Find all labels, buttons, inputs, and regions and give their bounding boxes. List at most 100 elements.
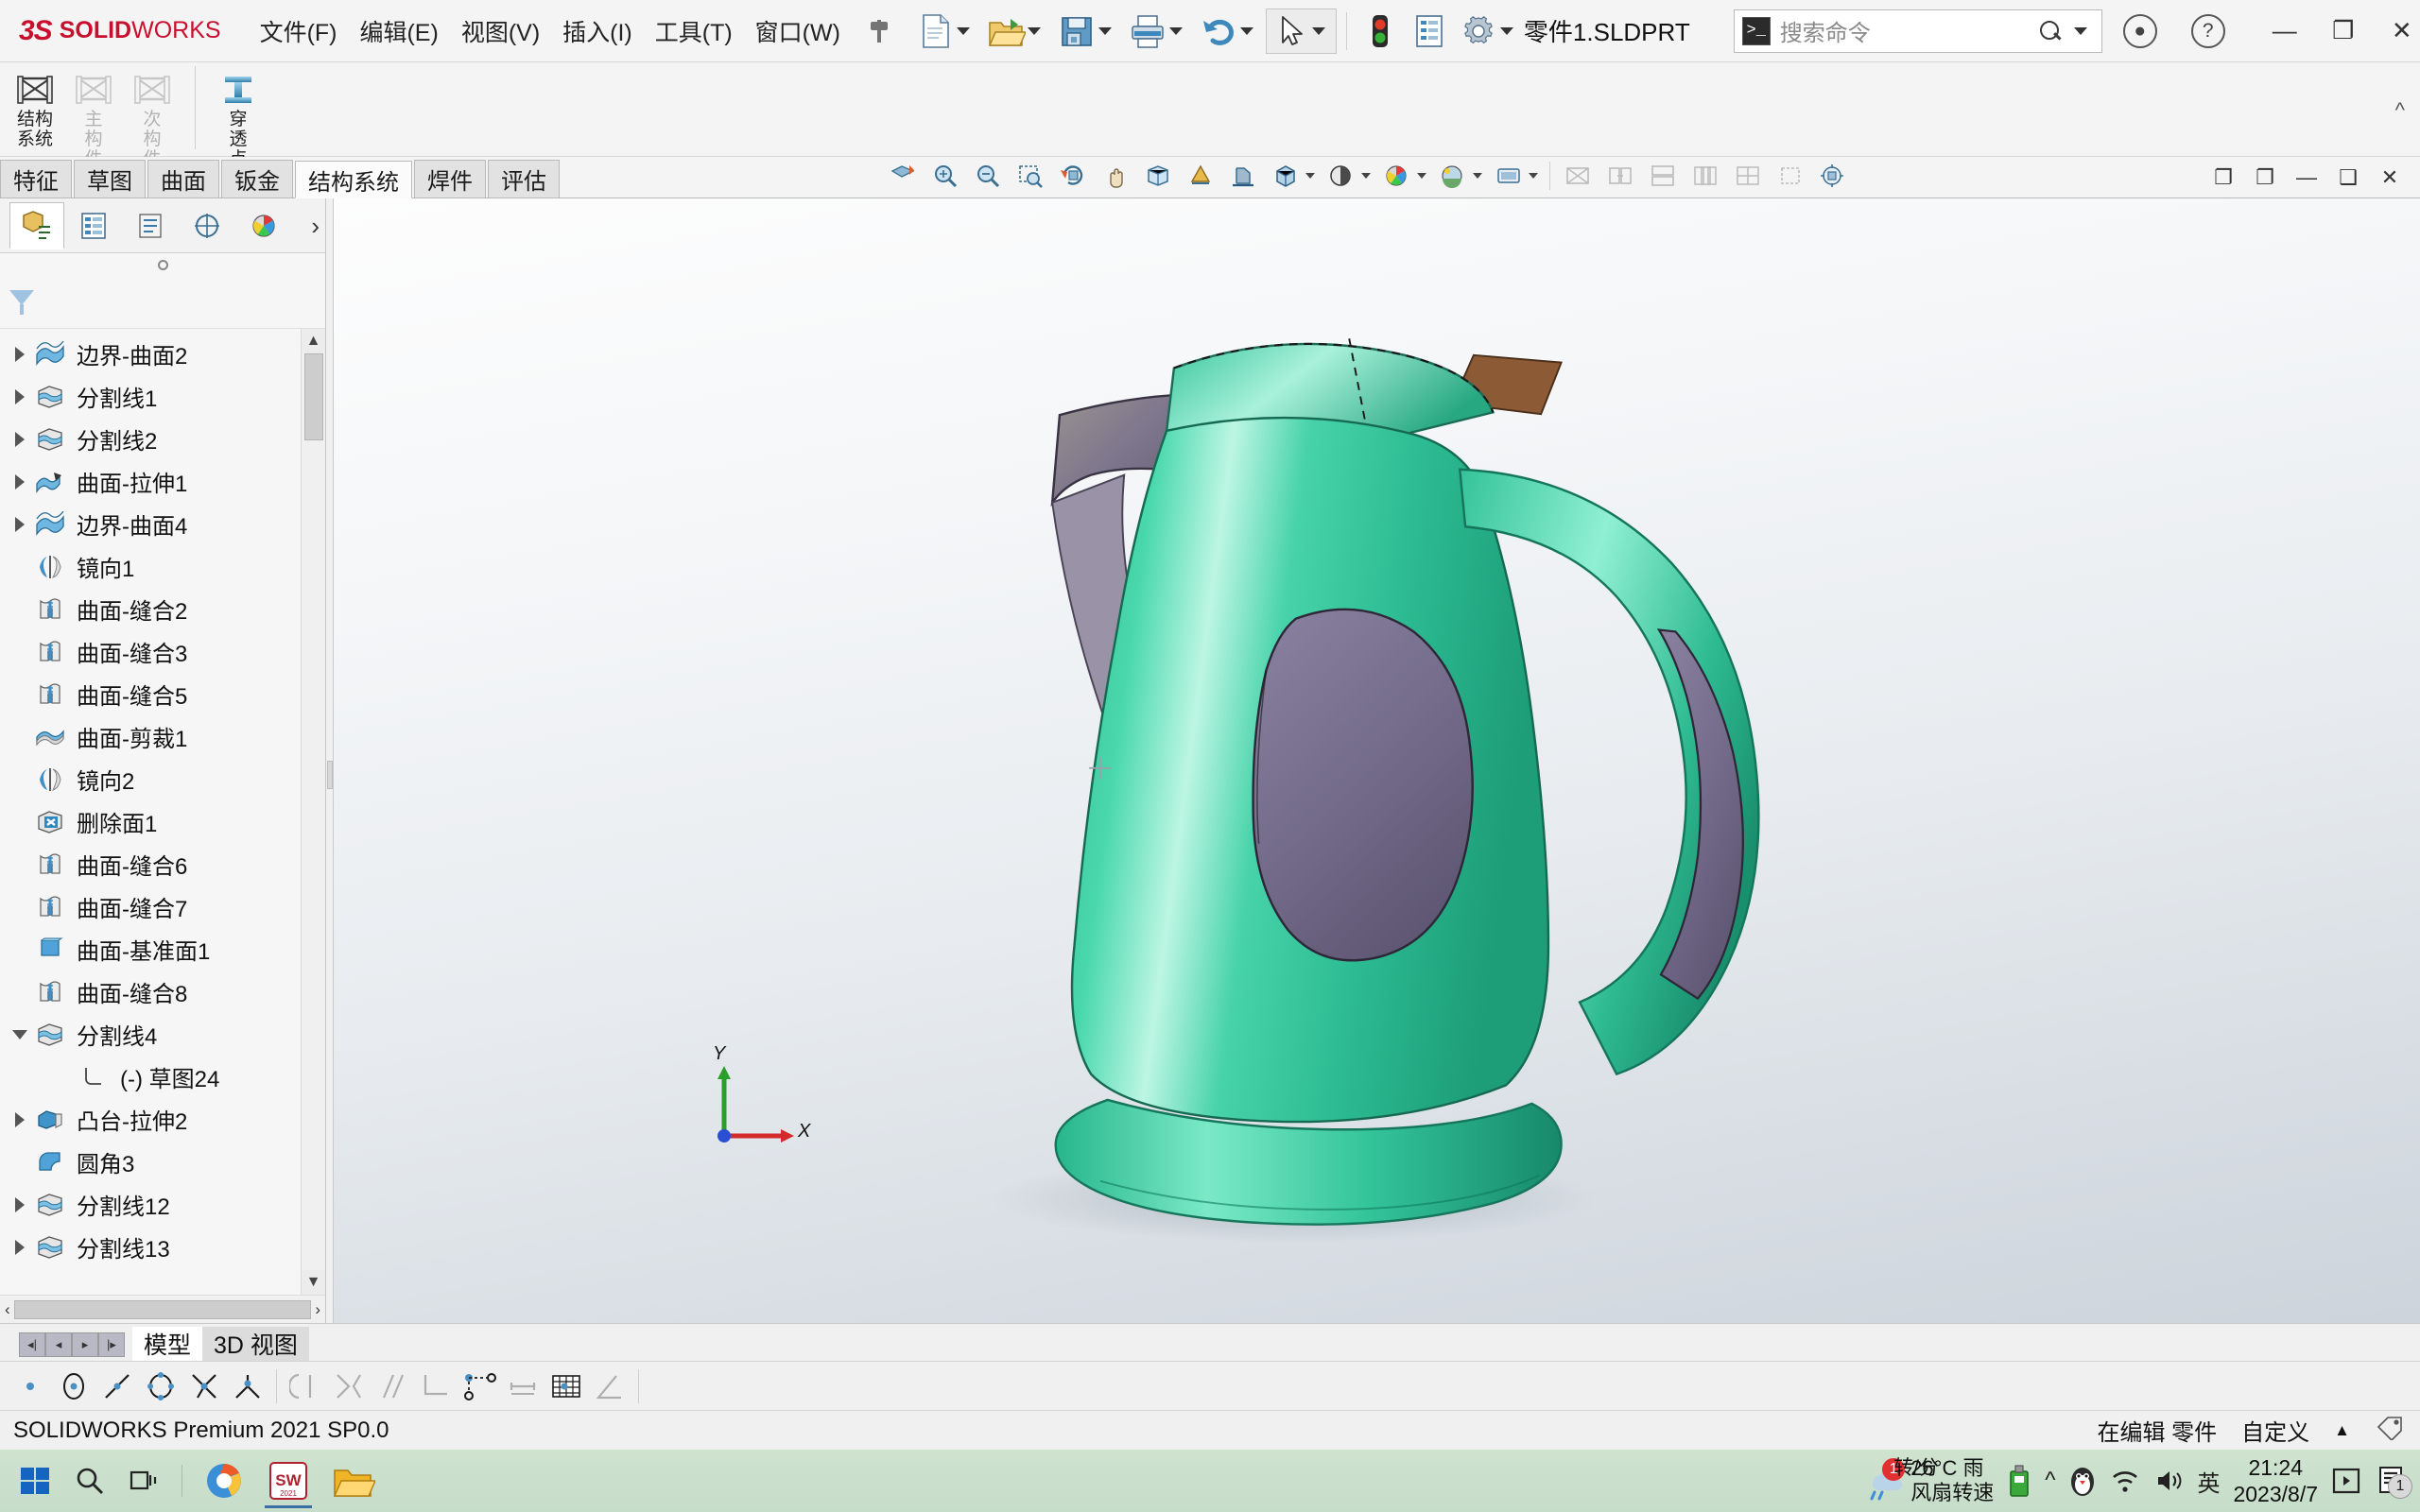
search-dropdown-icon[interactable]	[2073, 26, 2087, 35]
edit-appearance-dropdown[interactable]	[1417, 173, 1426, 179]
tree-item[interactable]: 分割线12	[0, 1183, 325, 1226]
ime-indicator[interactable]: 英	[2197, 1465, 2220, 1498]
grid-relation-button[interactable]	[545, 1366, 587, 1407]
tree-expand-arrow[interactable]	[8, 1196, 32, 1212]
menu-item-window[interactable]: 窗口(W)	[745, 9, 851, 54]
document-window-controls[interactable]: ❐ ❐ — ❑ ✕	[2204, 162, 2420, 198]
tab-surfaces[interactable]: 曲面	[147, 160, 219, 198]
tab-structure-system[interactable]: 结构系统	[295, 161, 412, 198]
feature-tree[interactable]: 边界-曲面2 分割线1 分割线2 曲面-拉伸1 边界-曲面4 镜向1 曲面-缝合2 曲面-缝合…	[0, 329, 325, 1295]
weather-widget[interactable]: 1 26°C 雨 风扇转速 转/分	[1861, 1456, 1994, 1505]
tree-collapse-arrow[interactable]	[8, 1029, 32, 1040]
tree-item[interactable]: 镜向2	[0, 758, 325, 800]
zoom-to-fit-button[interactable]	[883, 158, 923, 194]
next-icon[interactable]: ▸	[72, 1332, 98, 1357]
search-icon[interactable]	[2038, 19, 2063, 43]
tree-item[interactable]: 曲面-缝合2	[0, 588, 325, 630]
tab-nav-buttons[interactable]: ◂| ◂ ▸ |▸	[19, 1332, 125, 1361]
doc-restore-icon[interactable]: ❐	[2204, 162, 2242, 194]
taskbar-clock[interactable]: 21:24 2023/8/7	[2233, 1454, 2318, 1507]
view-orientation-button[interactable]	[1266, 158, 1305, 194]
chevron-up-icon[interactable]: ^	[2395, 98, 2405, 123]
rotate-view-button[interactable]	[1053, 158, 1093, 194]
tree-item[interactable]: 边界-曲面2	[0, 333, 325, 375]
apply-scene-button[interactable]	[1433, 158, 1473, 194]
collinear-relation-button[interactable]	[458, 1366, 500, 1407]
3d-drawing-view-button[interactable]	[1138, 158, 1178, 194]
tile-horizontal-button[interactable]	[1600, 158, 1640, 194]
tab-3d-view[interactable]: 3D 视图	[202, 1327, 309, 1361]
taskbar-search-icon[interactable]	[62, 1453, 117, 1508]
tree-item[interactable]: 曲面-缝合3	[0, 630, 325, 673]
zoom-to-selection-button[interactable]	[1011, 158, 1050, 194]
prev-icon[interactable]: ◂	[45, 1332, 72, 1357]
apply-scene-dropdown[interactable]	[1473, 173, 1482, 179]
tree-expand-arrow[interactable]	[8, 431, 32, 447]
help-question-icon[interactable]: ?	[2190, 13, 2225, 48]
tree-item[interactable]: 删除面1	[0, 800, 325, 843]
tab-sketch[interactable]: 草图	[74, 160, 146, 198]
tree-item[interactable]: 圆角3	[0, 1141, 325, 1183]
quick-access-toolbar[interactable]	[911, 8, 1524, 54]
select-tool-button[interactable]	[1265, 8, 1337, 54]
tree-horizontal-scrollbar[interactable]: ‹ ›	[0, 1295, 325, 1323]
tile-windows-button[interactable]	[1728, 158, 1768, 194]
tree-item[interactable]: 曲面-剪裁1	[0, 715, 325, 758]
tree-item[interactable]: 分割线4	[0, 1013, 325, 1056]
menu-bar[interactable]: 文件(F) 编辑(E) 视图(V) 插入(I) 工具(T) 窗口(W)	[250, 9, 892, 54]
windows-start-icon[interactable]	[8, 1453, 62, 1508]
tree-expand-arrow[interactable]	[8, 388, 32, 404]
view-style-button[interactable]	[1181, 158, 1220, 194]
merge-relation-button[interactable]	[227, 1366, 268, 1407]
splitter-grip[interactable]	[327, 761, 333, 789]
hscroll-left-icon[interactable]: ‹	[5, 1300, 10, 1319]
ellipse-relation-button[interactable]	[140, 1366, 182, 1407]
chevron-right-icon[interactable]: ›	[311, 212, 320, 241]
dimxpert-manager-tab[interactable]	[180, 202, 234, 249]
display-manager-tab[interactable]	[236, 202, 291, 249]
tab-model[interactable]: 模型	[132, 1327, 203, 1361]
view-settings-button[interactable]	[1489, 158, 1529, 194]
new-document-dropdown[interactable]	[956, 26, 970, 35]
tree-item[interactable]: 曲面-缝合5	[0, 673, 325, 715]
doc-minimize-icon[interactable]: —	[2288, 162, 2325, 194]
search-input[interactable]: 搜索命令	[1780, 14, 2029, 47]
wifi-icon[interactable]	[2110, 1468, 2140, 1494]
tab-evaluate[interactable]: 评估	[488, 160, 560, 198]
tree-item[interactable]: 边界-曲面4	[0, 503, 325, 545]
tree-item[interactable]: 分割线13	[0, 1226, 325, 1268]
tab-features[interactable]: 特征	[0, 160, 72, 198]
feature-manager-tree-tab[interactable]	[9, 201, 64, 249]
feature-manager-tabs[interactable]: ›	[0, 198, 325, 253]
qq-penguin-icon[interactable]	[2068, 1465, 2097, 1497]
save-document-dropdown[interactable]	[1098, 26, 1112, 35]
tree-expand-arrow[interactable]	[8, 516, 32, 532]
tree-expand-arrow[interactable]	[8, 1239, 32, 1255]
new-window-button[interactable]	[1771, 158, 1810, 194]
undo-dropdown[interactable]	[1239, 26, 1253, 35]
tree-item[interactable]: (-) 草图24	[0, 1056, 325, 1098]
property-manager-tab[interactable]	[66, 202, 121, 249]
view-selector-button[interactable]	[1813, 158, 1853, 194]
open-document-button[interactable]	[982, 9, 1051, 54]
tree-vertical-scrollbar[interactable]: ▲ ▼	[301, 329, 325, 1295]
structure-system-button[interactable]: 结构 系统	[6, 66, 64, 153]
tangent-relation-button[interactable]	[285, 1366, 326, 1407]
display-style-dropdown[interactable]	[1361, 173, 1371, 179]
section-view-button[interactable]	[1223, 158, 1263, 194]
tree-item[interactable]: 曲面-基准面1	[0, 928, 325, 971]
tree-item[interactable]: 分割线2	[0, 418, 325, 460]
hide-all-types-button[interactable]	[1558, 158, 1598, 194]
open-document-dropdown[interactable]	[1027, 26, 1041, 35]
notes-icon[interactable]: 1	[2375, 1465, 2412, 1499]
tray-overflow-icon[interactable]: ^	[2045, 1468, 2055, 1494]
configuration-manager-tab[interactable]	[123, 202, 178, 249]
print-document-button[interactable]	[1124, 9, 1193, 54]
scroll-down-icon[interactable]: ▼	[302, 1270, 325, 1295]
options-button[interactable]	[1455, 9, 1524, 54]
perpendicular-relation-button[interactable]	[415, 1366, 457, 1407]
undo-button[interactable]	[1195, 9, 1264, 54]
tree-expand-arrow[interactable]	[8, 473, 32, 490]
hscroll-thumb[interactable]	[13, 1299, 312, 1319]
speaker-icon[interactable]	[2153, 1468, 2184, 1494]
